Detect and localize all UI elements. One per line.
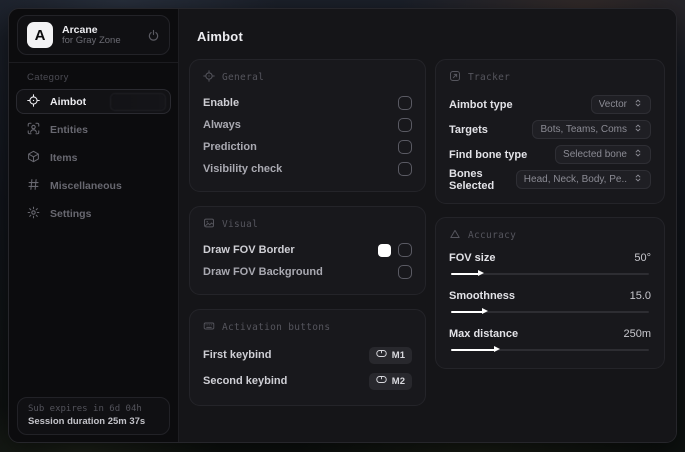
second-keybind-button[interactable]: M2 [368, 372, 412, 390]
sidebar-divider [9, 62, 178, 63]
sidebar-item-label: Aimbot [50, 95, 87, 108]
card-general: General Enable Always Prediction Visibil… [189, 59, 426, 192]
sidebar-nav: Aimbot Entities Items Miscellaneous Sett… [9, 89, 178, 226]
app-logo: A [27, 22, 53, 48]
smoothness-slider-fill[interactable] [451, 308, 489, 314]
card-accuracy-header: Accuracy [449, 228, 651, 243]
chevron-updown-icon [633, 173, 643, 186]
setting-row-prediction: Prediction [203, 136, 412, 158]
image-icon [203, 217, 215, 232]
sidebar-item-label: Miscellaneous [50, 179, 122, 192]
aimbot-type-dropdown[interactable]: Vector [590, 95, 651, 114]
bones-selected-dropdown[interactable]: Head, Neck, Body, Pe.. [515, 170, 651, 189]
card-general-header: General [203, 70, 412, 85]
hash-icon [27, 178, 40, 194]
setting-row-second-keybind: Second keybind M2 [203, 368, 412, 394]
sidebar-item-aimbot[interactable]: Aimbot [16, 89, 171, 114]
fov-border-color-swatch[interactable] [378, 243, 391, 257]
mouse-icon [376, 375, 387, 387]
gear-icon [27, 206, 40, 222]
draw-fov-background-checkbox[interactable] [398, 265, 412, 279]
triangle-icon [449, 228, 461, 243]
find-bone-type-dropdown[interactable]: Selected bone [555, 145, 651, 164]
sidebar-item-settings[interactable]: Settings [16, 201, 171, 226]
keyboard-icon [203, 320, 215, 335]
sidebar-item-label: Items [50, 151, 78, 164]
card-tracker-header: Tracker [449, 70, 651, 85]
main-content: Aimbot General Enable Always Prediction … [179, 9, 676, 442]
mouse-icon [376, 349, 387, 361]
draw-fov-border-checkbox[interactable] [398, 243, 412, 257]
chevron-updown-icon [633, 98, 643, 111]
app-subtitle: for Gray Zone [62, 34, 121, 46]
sidebar-item-items[interactable]: Items [16, 145, 171, 170]
visibility-check-checkbox[interactable] [398, 162, 412, 176]
setting-row-bones-selected: Bones Selected Head, Neck, Body, Pe.. [449, 167, 651, 192]
arcane-menu-window: A Arcane for Gray Zone Category Aimbot E… [8, 8, 677, 443]
setting-row-fov-size: FOV size 50° [449, 250, 651, 279]
max-distance-value: 250m [623, 328, 651, 340]
sidebar-item-miscellaneous[interactable]: Miscellaneous [16, 173, 171, 198]
app-title-block: Arcane for Gray Zone [62, 24, 138, 47]
watermark-ghost [110, 93, 166, 111]
setting-row-always: Always [203, 114, 412, 136]
setting-row-draw-fov-border: Draw FOV Border [203, 239, 412, 261]
always-checkbox[interactable] [398, 118, 412, 132]
enable-checkbox[interactable] [398, 96, 412, 110]
setting-row-smoothness: Smoothness 15.0 [449, 288, 651, 317]
sidebar-item-entities[interactable]: Entities [16, 117, 171, 142]
sidebar-item-label: Entities [50, 123, 88, 136]
fov-size-slider-fill[interactable] [451, 270, 485, 276]
fov-size-value: 50° [634, 252, 651, 264]
entities-icon [27, 122, 40, 138]
setting-row-draw-fov-background: Draw FOV Background [203, 261, 412, 283]
tracker-icon [449, 70, 461, 85]
setting-row-enable: Enable [203, 92, 412, 114]
session-duration-text: Session duration 25m 37s [28, 416, 146, 427]
crosshair-icon [27, 93, 40, 110]
prediction-checkbox[interactable] [398, 140, 412, 154]
power-icon[interactable] [147, 29, 160, 42]
setting-row-max-distance: Max distance 250m [449, 326, 651, 355]
chevron-updown-icon [633, 148, 643, 161]
sub-expiry-text: Sub expires in 6d 04h [28, 404, 142, 414]
setting-row-visibility-check: Visibility check [203, 158, 412, 180]
card-visual-header: Visual [203, 217, 412, 232]
smoothness-slider[interactable] [449, 307, 651, 317]
card-tracker: Tracker Aimbot type Vector Targets Bots,… [435, 59, 665, 204]
category-label: Category [27, 72, 69, 83]
setting-row-find-bone-type: Find bone type Selected bone [449, 142, 651, 167]
box-icon [27, 150, 40, 166]
card-activation-header: Activation buttons [203, 320, 412, 335]
sidebar-item-label: Settings [50, 207, 92, 220]
setting-row-aimbot-type: Aimbot type Vector [449, 92, 651, 117]
app-header: A Arcane for Gray Zone [17, 15, 170, 55]
targets-dropdown[interactable]: Bots, Teams, Coms [532, 120, 651, 139]
first-keybind-button[interactable]: M1 [368, 346, 412, 364]
chevron-updown-icon [633, 123, 643, 136]
card-accuracy: Accuracy FOV size 50° Smoothness 15.0 Ma… [435, 217, 665, 369]
max-distance-slider-fill[interactable] [451, 346, 501, 352]
card-visual: Visual Draw FOV Border Draw FOV Backgrou… [189, 206, 426, 295]
card-activation-buttons: Activation buttons First keybind M1 Seco… [189, 309, 426, 406]
fov-size-slider[interactable] [449, 269, 651, 279]
sidebar: A Arcane for Gray Zone Category Aimbot E… [9, 9, 179, 442]
app-name: Arcane [62, 23, 98, 36]
max-distance-slider[interactable] [449, 345, 651, 355]
crosshair-icon [203, 70, 215, 85]
desktop-background: A Arcane for Gray Zone Category Aimbot E… [0, 0, 685, 452]
setting-row-first-keybind: First keybind M1 [203, 342, 412, 368]
smoothness-value: 15.0 [629, 290, 651, 302]
subscription-info: Sub expires in 6d 04h Session duration 2… [17, 397, 170, 435]
setting-row-targets: Targets Bots, Teams, Coms [449, 117, 651, 142]
page-title: Aimbot [197, 29, 243, 44]
